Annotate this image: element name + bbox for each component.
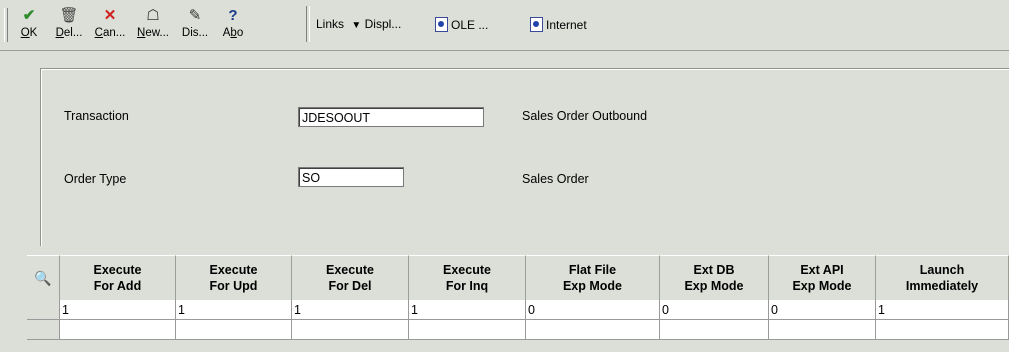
check-icon: ✔ bbox=[22, 7, 36, 24]
column-header-ext-api-exp-mode[interactable]: Ext API Exp Mode bbox=[769, 255, 876, 300]
table-cell[interactable] bbox=[176, 320, 292, 340]
transaction-label: Transaction bbox=[64, 109, 129, 123]
table-cell[interactable] bbox=[769, 320, 876, 340]
dropdown-arrow-icon: ▼ bbox=[351, 20, 362, 31]
row-header[interactable] bbox=[27, 300, 60, 320]
ok-button[interactable]: ✔ OK bbox=[12, 6, 46, 44]
new-document-icon: ☖ bbox=[146, 7, 160, 24]
internet-document-icon bbox=[530, 17, 543, 32]
column-header-execute-for-add[interactable]: Execute For Add bbox=[60, 255, 176, 300]
table-row[interactable]: 1 1 1 1 0 0 0 1 bbox=[27, 300, 1009, 320]
ole-link[interactable]: OLE ... bbox=[435, 17, 488, 32]
table-cell[interactable]: 0 bbox=[660, 300, 769, 320]
table-cell[interactable] bbox=[292, 320, 409, 340]
help-icon: ? bbox=[228, 7, 238, 24]
transaction-field[interactable]: JDESOOUT bbox=[298, 107, 484, 127]
column-header-launch-immediately[interactable]: Launch Immediately bbox=[876, 255, 1009, 300]
table-row[interactable] bbox=[27, 320, 1009, 340]
table-cell[interactable] bbox=[876, 320, 1009, 340]
close-icon: ✕ bbox=[103, 7, 117, 24]
toolbar-grip bbox=[4, 8, 8, 42]
table-cell[interactable] bbox=[660, 320, 769, 340]
order-type-field[interactable]: SO bbox=[298, 167, 404, 187]
column-header-flat-file-exp-mode[interactable]: Flat File Exp Mode bbox=[526, 255, 660, 300]
about-button[interactable]: ? Abo bbox=[216, 6, 250, 44]
column-header-execute-for-inq[interactable]: Execute For Inq bbox=[409, 255, 526, 300]
links-menu[interactable]: Links ▼ Displ... bbox=[316, 17, 401, 31]
order-type-description: Sales Order bbox=[522, 172, 589, 186]
table-cell[interactable]: 1 bbox=[60, 300, 176, 320]
trash-icon: 🗑 bbox=[59, 7, 79, 24]
display-button[interactable]: ✎ Dis... bbox=[176, 6, 214, 44]
binoculars-icon: ✎ bbox=[188, 7, 202, 24]
transaction-description: Sales Order Outbound bbox=[522, 109, 648, 123]
table-cell[interactable]: 0 bbox=[769, 300, 876, 320]
cancel-button[interactable]: ✕ Can... bbox=[90, 6, 130, 44]
internet-link[interactable]: Internet bbox=[530, 17, 587, 32]
toolbar: ✔ OK 🗑 Del... ✕ Can... ☖ New... ✎ Dis...… bbox=[0, 0, 1009, 51]
table-cell[interactable] bbox=[526, 320, 660, 340]
table-cell[interactable]: 1 bbox=[876, 300, 1009, 320]
column-header-execute-for-del[interactable]: Execute For Del bbox=[292, 255, 409, 300]
grid-query-by-example-header[interactable]: 🔍 bbox=[27, 255, 60, 300]
order-type-label: Order Type bbox=[64, 172, 127, 186]
ole-document-icon bbox=[435, 17, 448, 32]
table-cell[interactable]: 1 bbox=[176, 300, 292, 320]
column-header-ext-db-exp-mode[interactable]: Ext DB Exp Mode bbox=[660, 255, 769, 300]
table-cell[interactable] bbox=[60, 320, 176, 340]
row-header[interactable] bbox=[27, 320, 60, 340]
toolbar-separator bbox=[306, 6, 310, 42]
column-header-execute-for-upd[interactable]: Execute For Upd bbox=[176, 255, 292, 300]
table-cell[interactable]: 1 bbox=[409, 300, 526, 320]
delete-button[interactable]: 🗑 Del... bbox=[50, 6, 88, 44]
table-cell[interactable]: 0 bbox=[526, 300, 660, 320]
data-grid: 🔍 Execute For Add Execute For Upd Execut… bbox=[27, 255, 1009, 352]
new-button[interactable]: ☖ New... bbox=[132, 6, 174, 44]
table-cell[interactable] bbox=[409, 320, 526, 340]
table-cell[interactable]: 1 bbox=[292, 300, 409, 320]
search-document-icon: 🔍 bbox=[34, 270, 52, 286]
header-panel: Transaction JDESOOUT Sales Order Outboun… bbox=[40, 68, 1009, 246]
